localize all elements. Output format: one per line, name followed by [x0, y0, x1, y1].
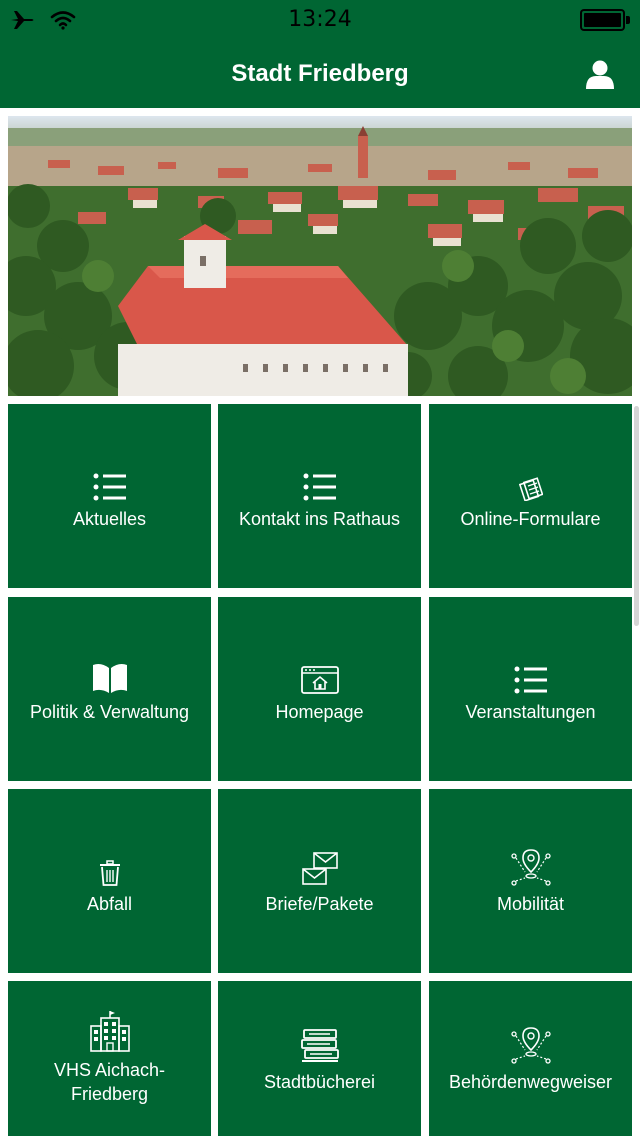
tile-label: Abfall	[86, 894, 133, 914]
tile-label: Briefe/Pakete	[265, 894, 374, 914]
status-time: 13:24	[288, 7, 352, 32]
tile-abfall[interactable]: Abfall	[8, 789, 211, 973]
tile-label: Veranstaltungen	[465, 702, 596, 722]
location-route-icon	[510, 1026, 551, 1064]
tile-stadtbuecherei[interactable]: Stadtbücherei	[218, 981, 421, 1136]
tile-label: Aktuelles	[72, 509, 147, 529]
tile-online-formulare[interactable]: Online-Formulare	[429, 404, 632, 588]
tile-aktuelles[interactable]: Aktuelles	[8, 404, 211, 588]
town-aerial-photo	[8, 116, 632, 396]
tile-label: Stadtbücherei	[263, 1071, 376, 1092]
tile-kontakt-rathaus[interactable]: Kontakt ins Rathaus	[218, 404, 421, 588]
tile-behoerdenwegweiser[interactable]: Behördenwegweiser	[429, 981, 632, 1136]
tile-label: Homepage	[275, 702, 364, 722]
list-icon	[303, 473, 336, 501]
tile-homepage[interactable]: Homepage	[218, 597, 421, 781]
browser-home-icon	[300, 666, 339, 694]
list-icon	[514, 666, 547, 694]
tile-label: VHS Aichach-Friedberg	[53, 1059, 166, 1104]
tile-vhs[interactable]: VHS Aichach-Friedberg	[8, 981, 211, 1136]
envelopes-icon	[301, 852, 338, 885]
form-icon	[518, 477, 543, 501]
tile-politik-verwaltung[interactable]: Politik & Verwaltung	[8, 597, 211, 781]
tile-label: Behördenwegweiser	[448, 1071, 613, 1092]
tile-mobilitaet[interactable]: Mobilität	[429, 789, 632, 973]
book-icon	[92, 664, 127, 693]
tile-briefe-pakete[interactable]: Briefe/Pakete	[218, 789, 421, 973]
status-bar: 13:24	[0, 0, 640, 40]
location-route-icon	[510, 849, 551, 886]
trash-icon	[99, 860, 120, 886]
tile-label: Mobilität	[496, 894, 565, 914]
tile-label: Politik & Verwaltung	[29, 702, 190, 722]
battery-icon	[580, 9, 630, 31]
tile-veranstaltungen[interactable]: Veranstaltungen	[429, 597, 632, 781]
tile-label: Kontakt ins Rathaus	[238, 509, 401, 529]
scrollbar[interactable]	[634, 406, 639, 626]
page-title: Stadt Friedberg	[231, 60, 409, 87]
navigation-bar: Stadt Friedberg	[0, 40, 640, 108]
tile-label: Online-Formulare	[460, 509, 601, 529]
building-icon	[89, 1010, 130, 1052]
list-icon	[93, 473, 126, 501]
hero-image	[8, 116, 632, 396]
books-icon	[300, 1028, 339, 1062]
user-profile-icon[interactable]	[584, 58, 616, 90]
